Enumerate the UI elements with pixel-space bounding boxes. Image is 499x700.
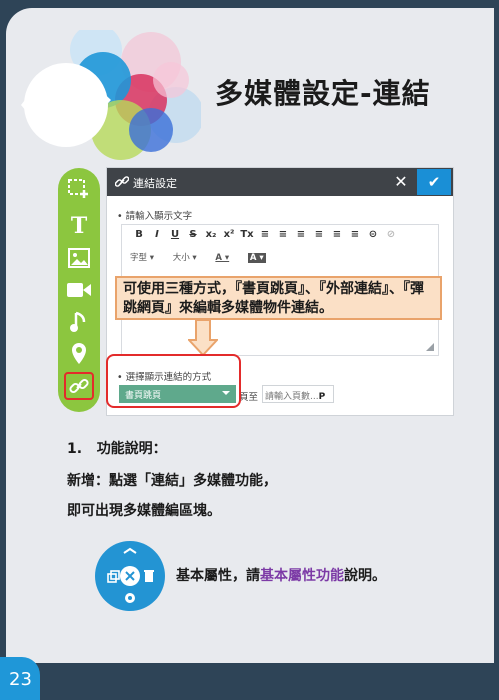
instruction-line-1: 新增：點選「連結」多媒體功能， <box>67 473 277 489</box>
video-icon[interactable] <box>65 276 93 304</box>
align-right-button[interactable]: ≡ <box>328 229 346 240</box>
link-icon[interactable] <box>64 372 94 400</box>
heading-number: 1. <box>67 441 83 457</box>
unlink-button[interactable]: ⊘ <box>382 229 400 240</box>
callout-box: 可使用三種方式，『書頁跳頁』、『外部連結』、『彈跳網頁』來編輯多媒體物件連結。 <box>115 276 442 320</box>
dialog-title: 連結設定 <box>133 177 177 190</box>
page-title: 多媒體設定-連結 <box>215 77 431 110</box>
location-icon[interactable] <box>65 340 93 368</box>
close-button[interactable]: ✕ <box>385 169 417 195</box>
properties-link[interactable]: 基本屬性功能 <box>260 568 344 584</box>
heading-text: 功能說明： <box>96 441 167 457</box>
bg-color-button[interactable]: A ▾ <box>247 253 266 263</box>
down-arrow-icon <box>188 320 218 356</box>
text-icon[interactable]: T <box>65 212 93 240</box>
confirm-button[interactable]: ✔ <box>417 169 451 195</box>
footer-bar <box>0 663 499 700</box>
editor-toolbar: B I U Sx₂ x² Tx ≡ ≡ ≡ ≡ ≡ ≡ ⊝ ⊘ <box>130 229 400 240</box>
page-prefix-label: 頁至 <box>239 392 259 403</box>
properties-widget-icon <box>95 541 165 611</box>
select-add-icon[interactable] <box>65 174 93 202</box>
properties-note: 基本屬性，請基本屬性功能說明。 <box>176 565 386 585</box>
underline-button[interactable]: U <box>166 229 184 240</box>
strike-button[interactable]: S <box>184 229 202 240</box>
clear-format-button[interactable]: Tx <box>238 229 256 240</box>
page-number: 23 <box>9 669 32 690</box>
justify-button[interactable]: ≡ <box>346 229 364 240</box>
music-icon[interactable] <box>65 308 93 336</box>
link-icon <box>115 176 129 187</box>
page: 多媒體設定-連結 T 連結設定 ✕ ✔ • 請輸入顯示文字 B I U S x₂… <box>0 0 499 700</box>
size-select-label: 大小 <box>172 253 190 263</box>
media-toolbar: T <box>58 168 100 412</box>
bullet-list-button[interactable]: ≡ <box>274 229 292 240</box>
align-left-button[interactable]: ≡ <box>292 229 310 240</box>
italic-button[interactable]: I <box>148 229 166 240</box>
note-suffix: 說明。 <box>344 568 386 584</box>
image-icon[interactable] <box>65 244 93 272</box>
text-color-button[interactable]: A ▾ <box>215 253 229 263</box>
ordered-list-button[interactable]: ≡ <box>256 229 274 240</box>
editor-format-row: 字型 ▾ 大小 ▾ A ▾ A ▾ <box>130 251 282 263</box>
superscript-button[interactable]: x² <box>220 229 238 240</box>
page-number-badge: 23 <box>0 657 40 700</box>
resize-handle[interactable] <box>426 343 434 351</box>
subscript-button[interactable]: x₂ <box>202 229 220 240</box>
page-number-input[interactable]: 請輸入頁數...P <box>262 385 334 403</box>
bold-button[interactable]: B <box>130 229 148 240</box>
flower-logo-icon <box>21 30 201 160</box>
dialog-header: 連結設定 ✕ ✔ <box>107 168 453 196</box>
page-input-placeholder: 請輸入頁數... <box>265 392 319 402</box>
page-suffix: P <box>318 392 326 402</box>
font-select[interactable]: 字型 ▾ <box>130 251 154 263</box>
instruction-line-2: 即可出現多媒體編區塊。 <box>67 503 221 519</box>
method-highlight-box <box>106 354 241 408</box>
align-center-button[interactable]: ≡ <box>310 229 328 240</box>
link-button[interactable]: ⊝ <box>364 229 382 240</box>
section-heading: 1. 功能說明： <box>67 438 167 458</box>
size-select[interactable]: 大小 ▾ <box>173 251 197 263</box>
font-select-label: 字型 <box>130 253 148 263</box>
display-text-label: • 請輸入顯示文字 <box>117 211 193 222</box>
note-prefix: 基本屬性，請 <box>176 568 260 584</box>
